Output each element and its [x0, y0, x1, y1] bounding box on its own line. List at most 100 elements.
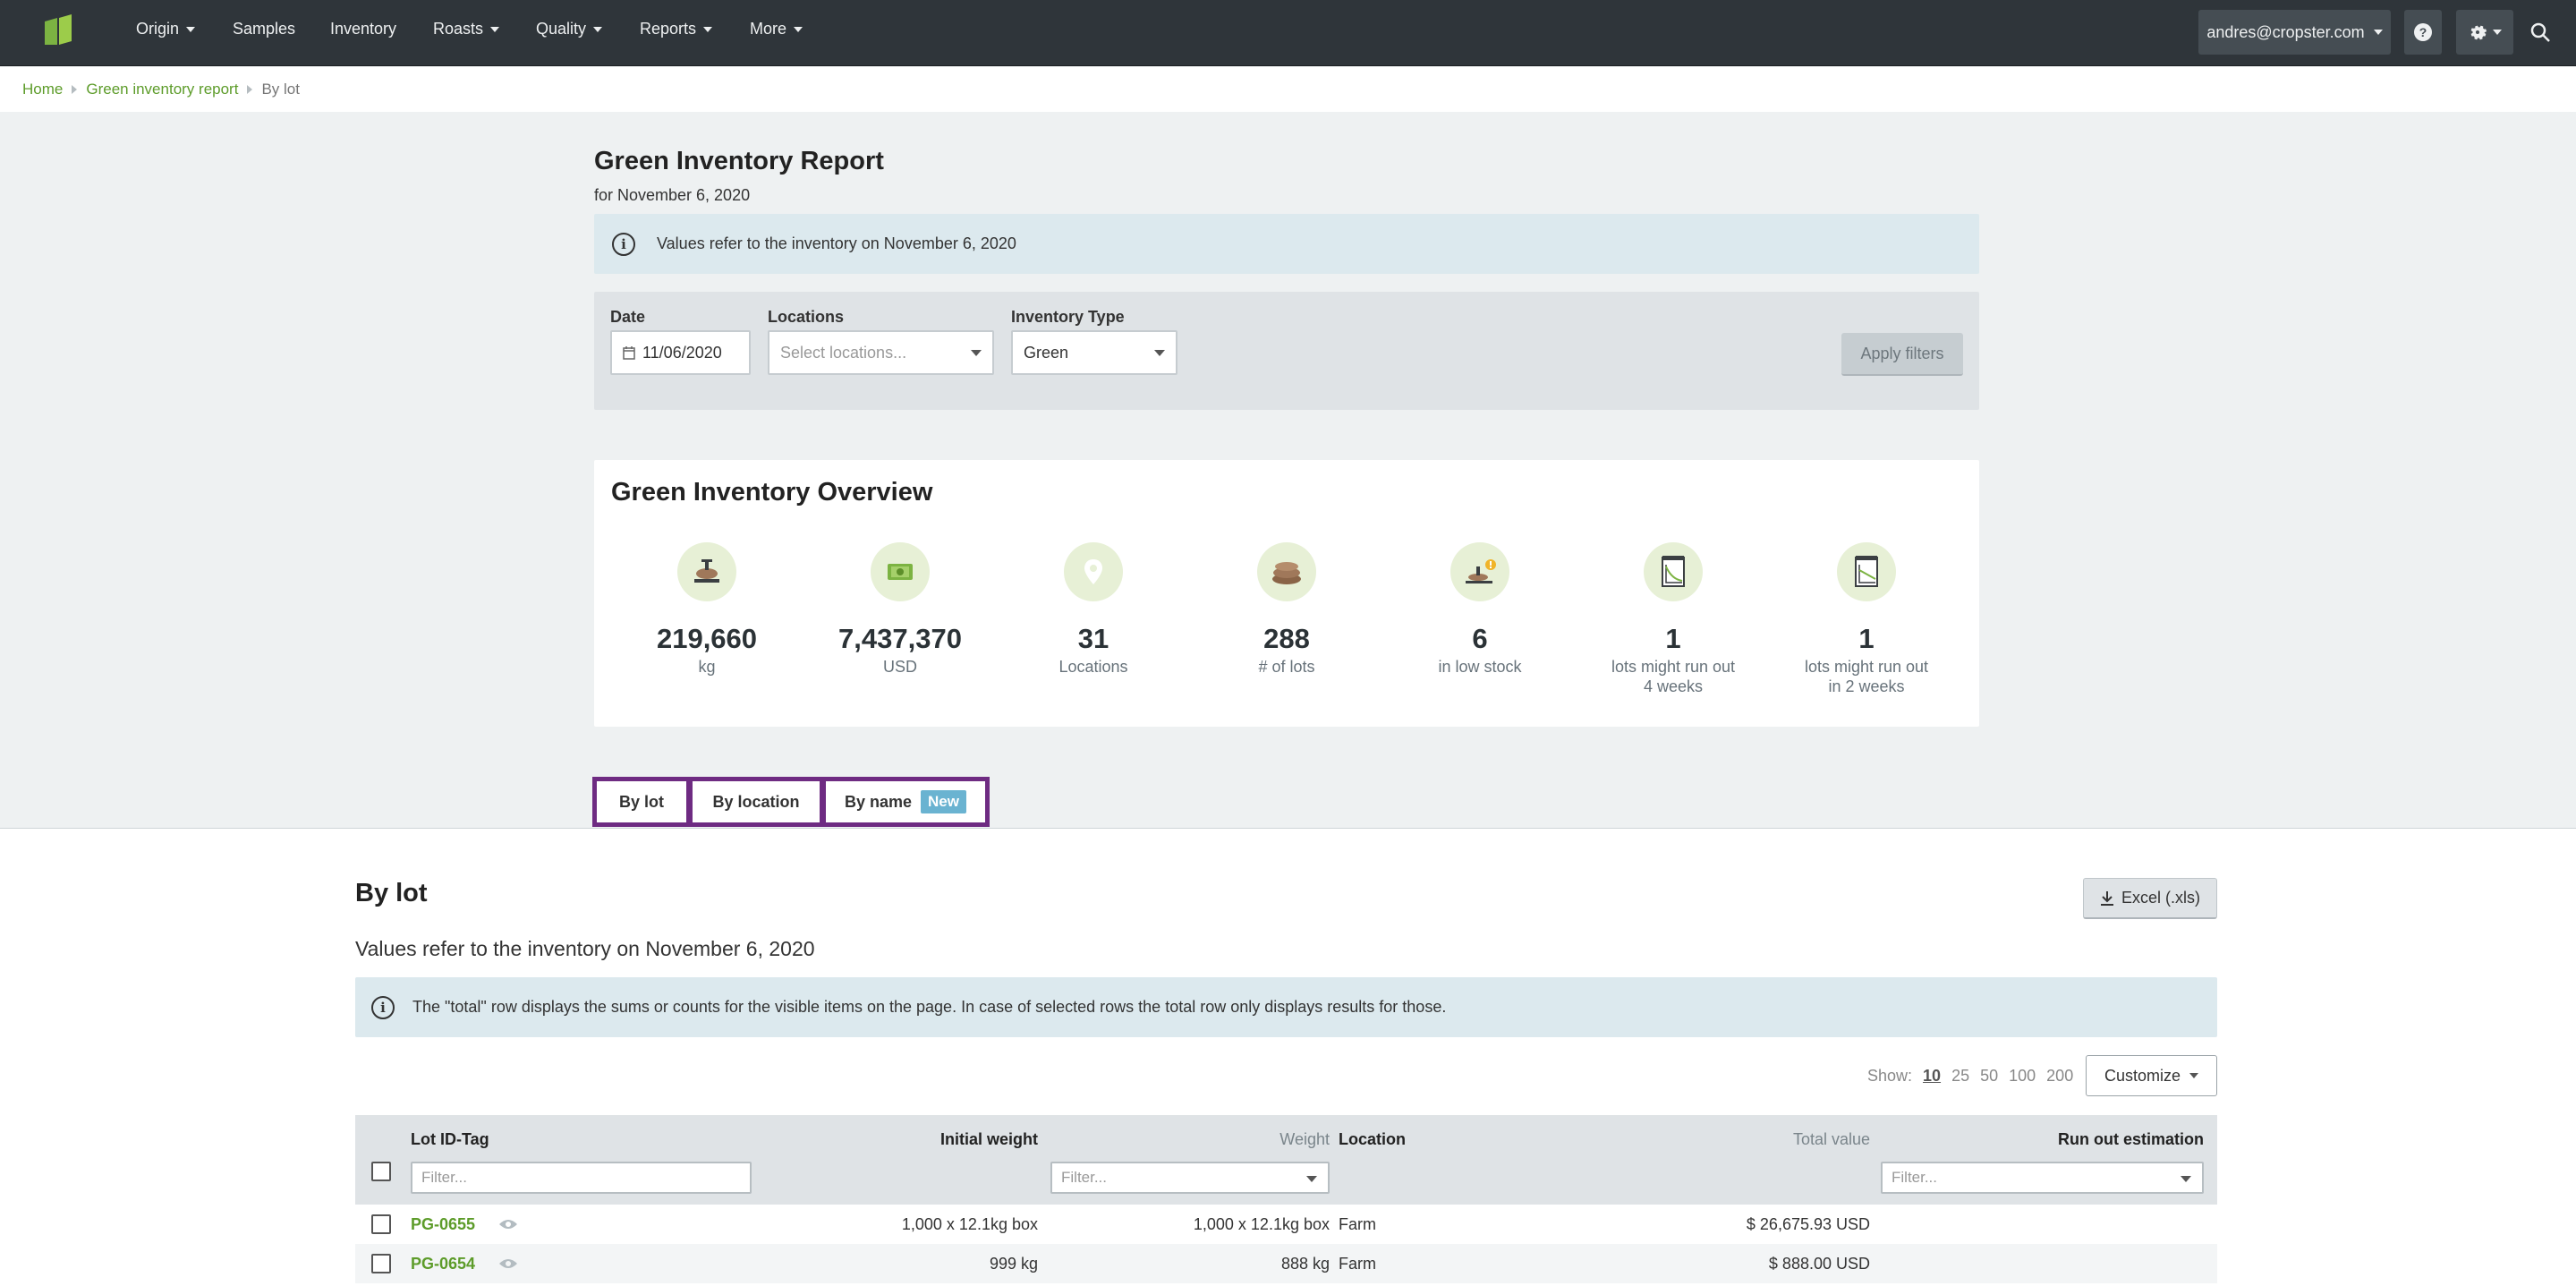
nav-samples-label: Samples [233, 20, 296, 38]
nav-more-label: More [750, 20, 787, 38]
total-value-cell: $ 26,675.93 USD [1746, 1215, 1870, 1233]
stat-weight: 219,660 kg [617, 542, 796, 677]
filters-panel: Date 11/06/2020 Locations Select locatio… [594, 292, 1979, 410]
row-checkbox[interactable] [371, 1254, 391, 1273]
stat-label: Locations [1058, 658, 1128, 676]
chevron-down-icon [593, 26, 603, 32]
stat-value-usd: 7,437,370 USD [811, 542, 990, 677]
table-row[interactable]: PG-0654 999 kg 888 kg Farm $ 888.00 USD [355, 1244, 2217, 1283]
apply-filters-button[interactable]: Apply filters [1841, 333, 1963, 376]
help-icon: ? [2414, 23, 2432, 41]
calendar-icon [623, 346, 635, 360]
search-icon[interactable] [2529, 21, 2551, 43]
run-out-filter-placeholder: Filter... [1892, 1169, 1938, 1186]
tab-by-location-label: By location [712, 792, 800, 811]
col-location[interactable]: Location [1339, 1130, 1406, 1149]
tab-by-location[interactable]: By location [688, 777, 824, 827]
chevron-down-icon [703, 26, 713, 32]
customize-button[interactable]: Customize [2086, 1055, 2217, 1096]
nav-samples[interactable]: Samples [233, 20, 295, 38]
settings-button[interactable] [2456, 10, 2513, 55]
location-pin-icon [1064, 542, 1123, 601]
breadcrumb-report[interactable]: Green inventory report [86, 81, 238, 98]
eye-icon[interactable] [498, 1218, 518, 1231]
nav-inventory[interactable]: Inventory [330, 20, 396, 38]
help-button[interactable]: ? [2404, 10, 2442, 55]
select-all-checkbox[interactable] [371, 1162, 391, 1181]
stat-run-out-2-weeks: 1 lots might run out in 2 weeks [1777, 542, 1956, 696]
eye-icon[interactable] [498, 1257, 518, 1270]
lot-id-link[interactable]: PG-0655 [411, 1215, 475, 1234]
new-badge: New [921, 790, 966, 813]
show-label: Show: [1867, 1067, 1913, 1085]
chevron-down-icon [2181, 1176, 2191, 1182]
calendar-chart-icon [1644, 542, 1703, 601]
chevron-down-icon [2373, 30, 2383, 35]
chevron-down-icon [2189, 1073, 2199, 1078]
nav-roasts-label: Roasts [433, 20, 484, 38]
chevron-right-icon [72, 85, 78, 94]
inventory-type-label: Inventory Type [1011, 308, 1125, 326]
info-icon: i [371, 995, 395, 1019]
col-total-value[interactable]: Total value [1793, 1130, 1870, 1149]
info-icon: i [612, 232, 635, 256]
page-size-option[interactable]: 100 [2009, 1067, 2036, 1086]
by-lot-section: By lot Excel (.xls) Values refer to the … [0, 828, 2576, 1286]
user-menu[interactable]: andres@cropster.com [2198, 10, 2391, 55]
table-header: Lot ID-Tag Initial weight Weight Locatio… [355, 1115, 2217, 1205]
nav-quality[interactable]: Quality [536, 20, 603, 38]
col-initial-weight[interactable]: Initial weight [940, 1130, 1038, 1149]
nav-more[interactable]: More [750, 20, 803, 38]
row-checkbox[interactable] [371, 1214, 391, 1234]
calendar-chart-icon [1837, 542, 1896, 601]
col-weight[interactable]: Weight [1279, 1130, 1330, 1149]
section-subtitle: Values refer to the inventory on Novembe… [355, 937, 815, 960]
stat-low-stock: 6 in low stock [1390, 542, 1569, 677]
chevron-down-icon [971, 350, 982, 356]
gear-icon [2470, 25, 2487, 40]
stat-value: 31 [1077, 623, 1109, 654]
col-lot-id[interactable]: Lot ID-Tag [411, 1130, 489, 1149]
stat-label-line2: in 2 weeks [1828, 677, 1905, 695]
stat-lots: 288 # of lots [1197, 542, 1376, 677]
col-run-out[interactable]: Run out estimation [2058, 1130, 2204, 1149]
nav-roasts[interactable]: Roasts [433, 20, 500, 38]
inventory-type-select[interactable]: Green [1011, 330, 1177, 375]
initial-weight-cell: 1,000 x 12.1kg box [901, 1215, 1038, 1233]
page-size-option[interactable]: 10 [1923, 1067, 1941, 1086]
weight-filter-select[interactable]: Filter... [1050, 1162, 1330, 1194]
chevron-down-icon [794, 26, 803, 32]
initial-weight-cell: 999 kg [989, 1255, 1038, 1273]
stat-locations: 31 Locations [1004, 542, 1183, 677]
chevron-down-icon [2493, 30, 2502, 35]
page-size-option[interactable]: 200 [2046, 1067, 2073, 1086]
tab-by-lot[interactable]: By lot [592, 777, 691, 827]
date-field[interactable]: 11/06/2020 [610, 330, 751, 375]
chevron-down-icon [186, 26, 196, 32]
lot-filter-input[interactable]: Filter... [411, 1162, 752, 1194]
page-size-option[interactable]: 25 [1951, 1067, 1969, 1086]
nav-origin[interactable]: Origin [136, 20, 196, 38]
stat-label: kg [698, 658, 716, 676]
excel-export-button[interactable]: Excel (.xls) [2083, 878, 2217, 919]
page-size-option[interactable]: 50 [1980, 1067, 1998, 1086]
weight-cell: 1,000 x 12.1kg box [1193, 1215, 1330, 1233]
lot-id-link[interactable]: PG-0654 [411, 1255, 475, 1273]
tab-by-name-label: By name [844, 792, 913, 811]
cropster-logo[interactable] [39, 14, 75, 48]
top-navbar: Origin Samples Inventory Roasts Quality … [0, 0, 2576, 66]
tab-by-name[interactable]: By name New [821, 777, 990, 827]
section-title: By lot [355, 879, 428, 907]
page-size-selector: Show: 10 25 50 100 200 [1867, 1067, 2073, 1086]
nav-reports[interactable]: Reports [640, 20, 713, 38]
locations-select[interactable]: Select locations... [768, 330, 994, 375]
table-row[interactable]: PG-0655 1,000 x 12.1kg box 1,000 x 12.1k… [355, 1205, 2217, 1244]
stat-value: 6 [1472, 623, 1488, 654]
date-value: 11/06/2020 [642, 343, 722, 362]
lot-filter-placeholder: Filter... [421, 1169, 468, 1186]
stat-label-line2: 4 weeks [1643, 677, 1704, 695]
date-label: Date [610, 308, 646, 326]
stat-value: 7,437,370 [838, 623, 962, 654]
run-out-filter-select[interactable]: Filter... [1881, 1162, 2204, 1194]
breadcrumb-home[interactable]: Home [22, 81, 63, 98]
